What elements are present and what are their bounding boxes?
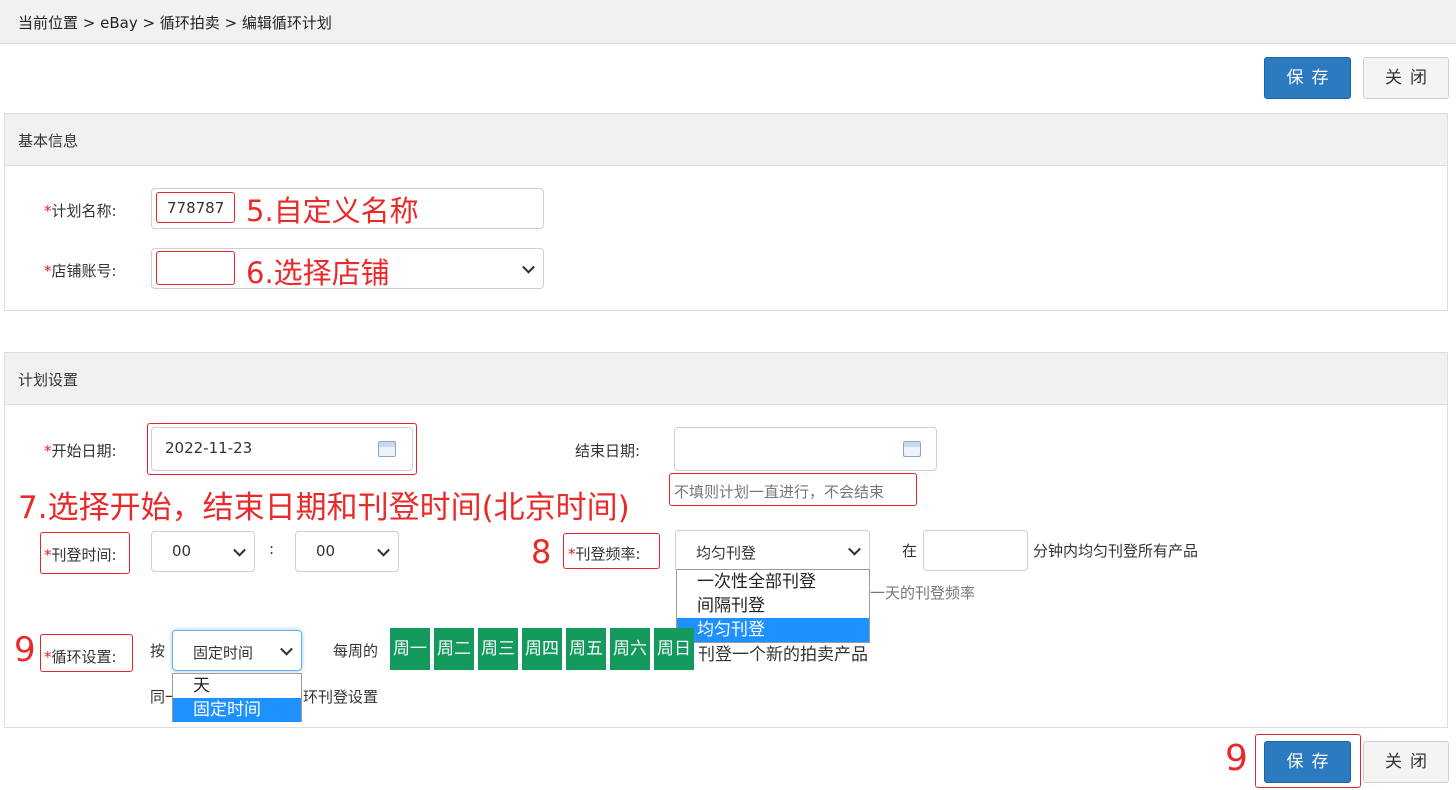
annotation-save: 9: [1225, 738, 1248, 779]
close-button-top[interactable]: 关闭: [1363, 57, 1449, 99]
frequency-value: 均匀刊登: [696, 544, 757, 562]
cycle-select[interactable]: 固定时间: [172, 630, 302, 671]
chevron-down-icon: [280, 642, 293, 656]
cycle-value: 固定时间: [193, 644, 254, 662]
publish-time-label: *刊登时间:: [44, 546, 117, 564]
frequency-dropdown: 一次性全部刊登 间隔刊登 均匀刊登: [676, 569, 870, 643]
cycle-hint-right: 环刊登设置: [303, 688, 379, 706]
time-separator: :: [269, 540, 275, 558]
annotation-cycle: 9: [14, 630, 36, 670]
end-date-label: 结束日期:: [575, 442, 641, 460]
publish-hour-value: 00: [172, 542, 192, 560]
store-highlight: [156, 251, 235, 285]
frequency-hint: 一天的刊登频率: [870, 584, 976, 602]
basic-info-title: 基本信息: [5, 114, 1447, 166]
weekly-suffix: 刊登一个新的拍卖产品: [698, 645, 868, 665]
plan-name-label: *计划名称:: [44, 202, 117, 220]
cycle-option-selected[interactable]: 固定时间: [173, 698, 301, 722]
end-date-hint: 不填则计划一直进行，不会结束: [674, 483, 885, 501]
end-date-input[interactable]: [674, 427, 937, 471]
start-date-highlight: [147, 423, 417, 475]
frequency-option[interactable]: 间隔刊登: [677, 594, 869, 618]
weekday-sun[interactable]: 周日: [654, 628, 694, 670]
annotation-select-store: 6.选择店铺: [246, 256, 390, 290]
weekday-fri[interactable]: 周五: [566, 628, 606, 670]
close-button-bottom[interactable]: 关闭: [1363, 741, 1449, 783]
weekday-sat[interactable]: 周六: [610, 628, 650, 670]
weekly-prefix: 每周的: [333, 642, 379, 660]
start-date-label: *开始日期:: [44, 442, 117, 460]
cycle-option[interactable]: 天: [173, 674, 301, 698]
publish-minute-value: 00: [316, 542, 336, 560]
chevron-down-icon: [522, 260, 535, 274]
chevron-down-icon: [848, 542, 861, 556]
minutes-input[interactable]: [923, 530, 1028, 571]
save-button-top[interactable]: 保存: [1264, 57, 1351, 99]
weekday-thu[interactable]: 周四: [522, 628, 562, 670]
frequency-select[interactable]: 均匀刊登: [675, 530, 870, 571]
publish-minute-select[interactable]: 00: [295, 531, 399, 572]
calendar-icon[interactable]: [903, 441, 921, 457]
annotation-dates-time: 7.选择开始，结束日期和刊登时间(北京时间): [18, 490, 630, 526]
cycle-dropdown: 天 固定时间: [172, 673, 302, 722]
weekday-mon[interactable]: 周一: [390, 628, 430, 670]
plan-settings-title: 计划设置: [5, 353, 1447, 405]
weekday-wed[interactable]: 周三: [478, 628, 518, 670]
breadcrumb: 当前位置 > eBay > 循环拍卖 > 编辑循环计划: [0, 0, 1456, 44]
publish-hour-select[interactable]: 00: [151, 531, 255, 572]
plan-name-value: 778787: [167, 199, 225, 217]
weekday-tue[interactable]: 周二: [434, 628, 474, 670]
frequency-option[interactable]: 一次性全部刊登: [677, 570, 869, 594]
annotation-custom-name: 5.自定义名称: [246, 194, 419, 228]
store-label: *店铺账号:: [44, 262, 117, 280]
chevron-down-icon: [377, 543, 390, 557]
cycle-label: *循环设置:: [44, 648, 117, 666]
minutes-suffix: 分钟内均匀刊登所有产品: [1033, 542, 1199, 560]
in-label: 在: [902, 542, 918, 560]
chevron-down-icon: [233, 543, 246, 557]
annotation-frequency: 8: [531, 533, 552, 571]
frequency-label: *刊登频率:: [568, 545, 641, 563]
by-label: 按: [150, 642, 166, 660]
save-button-bottom[interactable]: 保存: [1264, 741, 1351, 783]
frequency-option-selected[interactable]: 均匀刊登: [677, 618, 869, 642]
